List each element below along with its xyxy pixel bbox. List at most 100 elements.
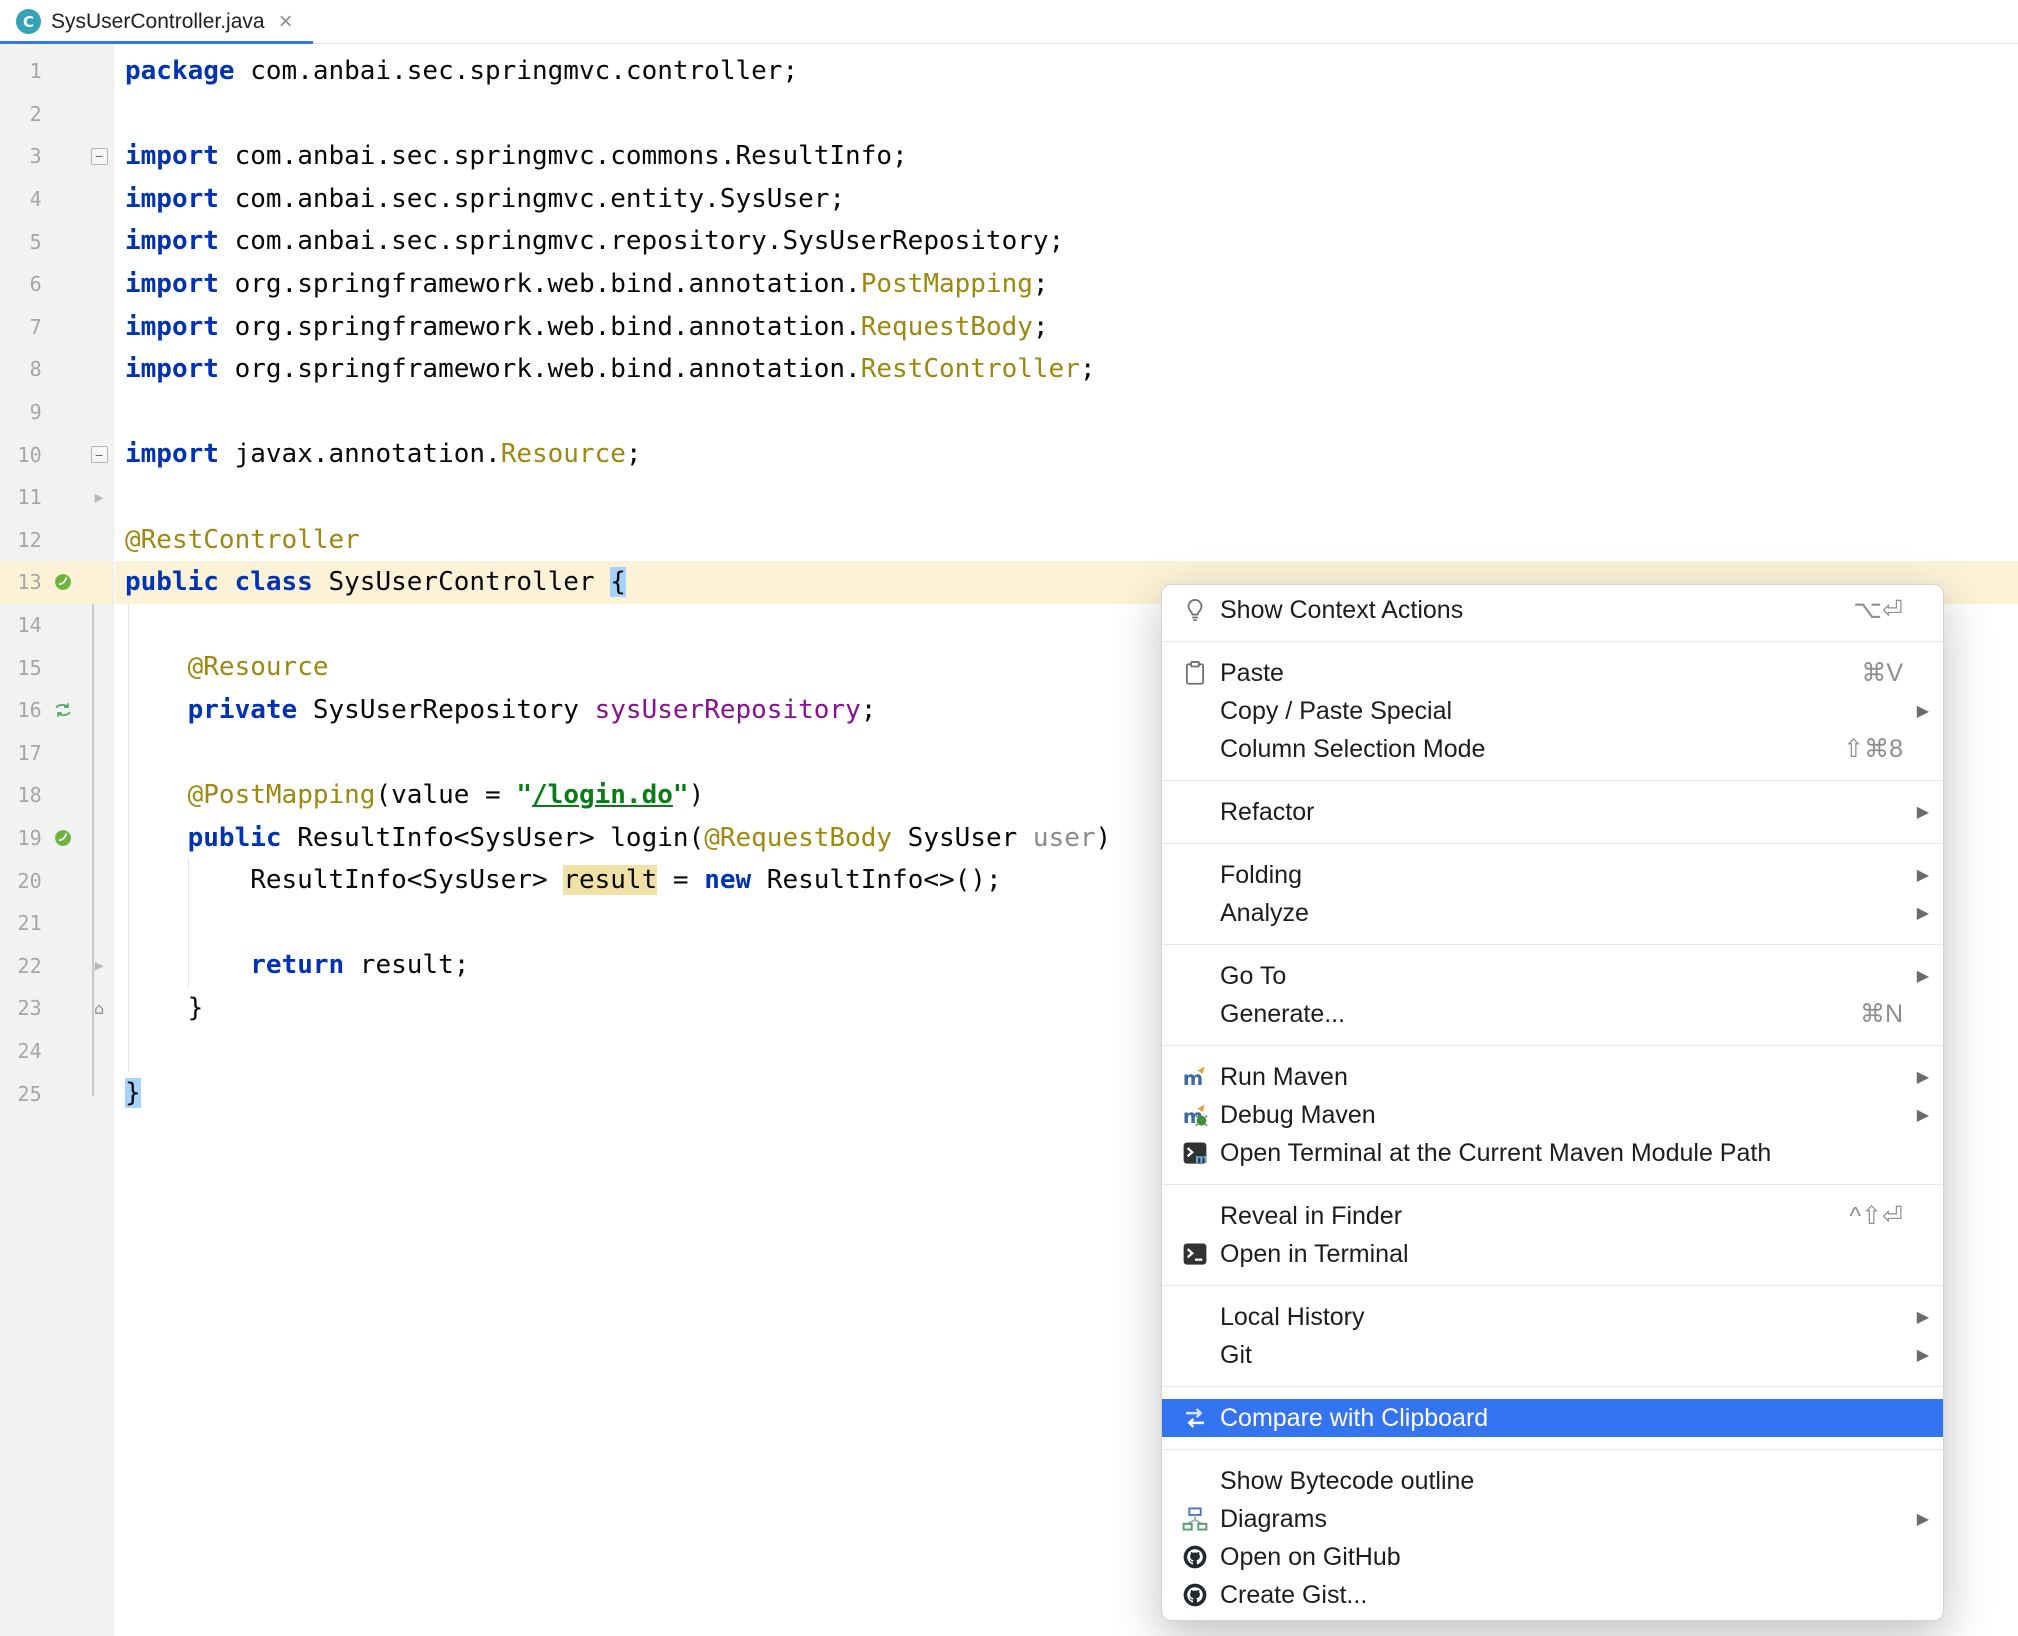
gutter-row: 22▸ xyxy=(0,944,113,987)
menu-item-label: Paste xyxy=(1220,659,1284,688)
submenu-arrow-icon: ▶ xyxy=(1911,966,1929,986)
menu-item-label: Create Gist... xyxy=(1220,1581,1367,1610)
line-number: 21 xyxy=(0,911,42,935)
gutter-row: 14 xyxy=(0,604,113,647)
menu-icon-slot xyxy=(1180,899,1210,927)
fold-open-icon[interactable]: − xyxy=(85,446,113,463)
menu-item-create-gist[interactable]: Create Gist... xyxy=(1162,1576,1943,1614)
svg-text:m: m xyxy=(1195,1152,1208,1166)
menu-item-show-context-actions[interactable]: Show Context Actions⌥⏎ xyxy=(1162,591,1943,629)
menu-icon-slot xyxy=(1180,1467,1210,1495)
indent-guide xyxy=(188,859,189,987)
menu-item-copy-paste-special[interactable]: Copy / Paste Special▶ xyxy=(1162,692,1943,730)
menu-item-label: Diagrams xyxy=(1220,1505,1327,1534)
line-number: 14 xyxy=(0,613,42,637)
menu-separator xyxy=(1162,1285,1943,1286)
context-menu: Show Context Actions⌥⏎ Paste ⌘V Copy / Past… xyxy=(1161,584,1944,1621)
menu-icon-slot xyxy=(1180,735,1210,763)
code-line[interactable]: package com.anbai.sec.springmvc.controll… xyxy=(115,50,2018,93)
menu-item-local-history[interactable]: Local History ▶ xyxy=(1162,1298,1943,1336)
line-number: 15 xyxy=(0,656,42,680)
tab-close-icon[interactable]: × xyxy=(279,10,293,34)
menu-separator xyxy=(1162,843,1943,844)
menu-item-label: Local History xyxy=(1220,1303,1365,1332)
spring-bean-icon[interactable] xyxy=(42,828,86,848)
line-number: 16 xyxy=(0,698,42,722)
code-line[interactable]: import javax.annotation.Resource; xyxy=(115,433,2018,476)
code-line[interactable]: import org.springframework.web.bind.anno… xyxy=(115,348,2018,391)
line-number: 1 xyxy=(0,59,42,83)
menu-shortcut: ⌥⏎ xyxy=(1853,595,1903,625)
gutter-row: 10− xyxy=(0,433,113,476)
submenu-arrow-icon: ▶ xyxy=(1911,1509,1929,1529)
line-number: 6 xyxy=(0,272,42,296)
menu-item-git[interactable]: Git▶ xyxy=(1162,1336,1943,1374)
line-number: 13 xyxy=(0,570,42,594)
gutter-row: 21 xyxy=(0,902,113,945)
menu-item-label: Folding xyxy=(1220,861,1302,890)
menu-item-go-to[interactable]: Go To ▶ xyxy=(1162,957,1943,995)
menu-item-run-maven[interactable]: mRun Maven▶ xyxy=(1162,1058,1943,1096)
menu-icon-slot xyxy=(1180,1303,1210,1331)
menu-shortcut: ⌘V xyxy=(1861,658,1903,688)
menu-item-refactor[interactable]: Refactor▶ xyxy=(1162,793,1943,831)
code-line[interactable]: import com.anbai.sec.springmvc.repositor… xyxy=(115,220,2018,263)
menu-item-label: Go To xyxy=(1220,962,1286,991)
menu-icon-slot xyxy=(1180,697,1210,725)
code-line[interactable]: import org.springframework.web.bind.anno… xyxy=(115,306,2018,349)
gutter-row: 23 ⌂ xyxy=(0,987,113,1030)
menu-icon-slot xyxy=(1180,861,1210,889)
fold-open-icon[interactable]: − xyxy=(85,148,113,165)
code-line[interactable]: import com.anbai.sec.springmvc.commons.R… xyxy=(115,135,2018,178)
code-line[interactable]: import org.springframework.web.bind.anno… xyxy=(115,263,2018,306)
menu-item-show-bytecode-outline[interactable]: Show Bytecode outline xyxy=(1162,1462,1943,1500)
diagrams-icon xyxy=(1180,1505,1210,1533)
terminal-icon xyxy=(1180,1240,1210,1268)
gutter-row: 5 xyxy=(0,220,113,263)
gutter-row: 1 xyxy=(0,50,113,93)
menu-item-reveal-in-finder[interactable]: Reveal in Finder^⇧⏎ xyxy=(1162,1197,1943,1235)
menu-item-label: Open Terminal at the Current Maven Modul… xyxy=(1220,1139,1771,1168)
menu-item-label: Debug Maven xyxy=(1220,1101,1376,1130)
line-number: 23 xyxy=(0,996,42,1020)
menu-item-compare-with-clipboard[interactable]: Compare with Clipboard xyxy=(1162,1399,1943,1437)
submenu-arrow-icon: ▶ xyxy=(1911,1105,1929,1125)
spring-autowired-icon[interactable] xyxy=(42,700,86,720)
submenu-arrow-icon: ▶ xyxy=(1911,1307,1929,1327)
code-line[interactable] xyxy=(115,93,2018,136)
menu-item-column-selection-mode[interactable]: Column Selection Mode⇧⌘8 xyxy=(1162,730,1943,768)
gutter-row: 16 xyxy=(0,689,113,732)
menu-item-analyze[interactable]: Analyze▶ xyxy=(1162,894,1943,932)
tab-title: SysUserController.java xyxy=(51,10,265,34)
line-number: 22 xyxy=(0,954,42,978)
menu-icon-slot xyxy=(1180,798,1210,826)
menu-item-open-in-terminal[interactable]: Open in Terminal xyxy=(1162,1235,1943,1273)
menu-item-paste[interactable]: Paste ⌘V xyxy=(1162,654,1943,692)
tab-sysusercontroller-java[interactable]: C SysUserController.java × xyxy=(0,0,313,43)
fold-end-icon[interactable]: ⌂ xyxy=(85,999,113,1018)
submenu-arrow-icon: ▶ xyxy=(1911,1345,1929,1365)
menu-item-open-terminal-at-the-current-maven-module-path[interactable]: m Open Terminal at the Current Maven Modu… xyxy=(1162,1134,1943,1172)
code-line[interactable] xyxy=(115,476,2018,519)
github-icon xyxy=(1180,1543,1210,1571)
menu-item-open-on-github[interactable]: Open on GitHub xyxy=(1162,1538,1943,1576)
code-line[interactable]: @RestController xyxy=(115,519,2018,562)
spring-bean-icon[interactable] xyxy=(42,572,86,592)
indent-guide xyxy=(128,604,129,1072)
menu-item-folding[interactable]: Folding▶ xyxy=(1162,856,1943,894)
line-number: 18 xyxy=(0,783,42,807)
maven-run-icon: m xyxy=(1180,1063,1210,1091)
menu-item-debug-maven[interactable]: mDebug Maven▶ xyxy=(1162,1096,1943,1134)
menu-item-diagrams[interactable]: Diagrams ▶ xyxy=(1162,1500,1943,1538)
code-line[interactable] xyxy=(115,391,2018,434)
menu-icon-slot xyxy=(1180,1202,1210,1230)
line-number: 17 xyxy=(0,741,42,765)
line-number: 24 xyxy=(0,1039,42,1063)
gutter-row: 24 xyxy=(0,1030,113,1073)
menu-item-generate[interactable]: Generate...⌘N xyxy=(1162,995,1943,1033)
menu-item-label: Reveal in Finder xyxy=(1220,1202,1402,1231)
code-line[interactable]: import com.anbai.sec.springmvc.entity.Sy… xyxy=(115,178,2018,221)
gutter-row: 9 xyxy=(0,391,113,434)
gutter-row: 11▸ xyxy=(0,476,113,519)
menu-item-label: Analyze xyxy=(1220,899,1309,928)
